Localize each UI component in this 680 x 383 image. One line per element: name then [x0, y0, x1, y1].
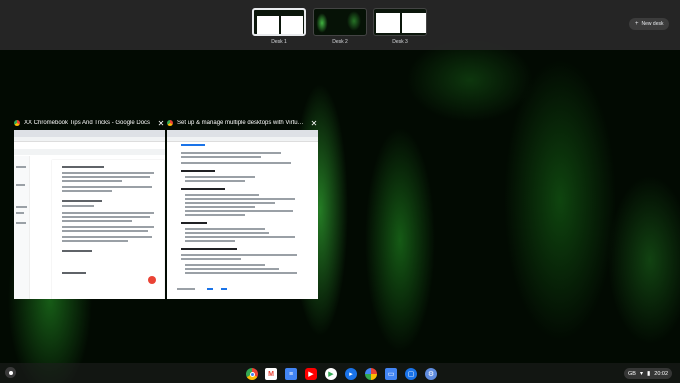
photos-icon[interactable]: [365, 368, 377, 380]
clock: 20:02: [654, 370, 669, 377]
docs-icon[interactable]: ≡: [285, 368, 297, 380]
desk-2-label: Desk 2: [332, 39, 348, 45]
new-desk-label: New desk: [641, 21, 664, 27]
duo-icon[interactable]: ▸: [345, 368, 357, 380]
chrome-icon: [14, 120, 20, 126]
desk-3-thumbnail[interactable]: [373, 8, 427, 36]
launcher-button[interactable]: [5, 367, 16, 378]
desk-1[interactable]: Desk 1: [252, 8, 306, 45]
settings-icon[interactable]: ⚙: [425, 368, 437, 380]
desk-2[interactable]: Desk 2: [313, 8, 367, 45]
window-title: Set up & manage multiple desktops with V…: [177, 120, 306, 126]
window-help[interactable]: Set up & manage multiple desktops with V…: [167, 117, 318, 299]
desk-1-label: Desk 1: [271, 39, 287, 45]
wifi-icon: ▾: [639, 371, 643, 377]
play-store-icon[interactable]: ▶: [325, 368, 337, 380]
window-preview: [14, 130, 165, 299]
messages-icon[interactable]: ▢: [405, 368, 417, 380]
overview-screen: Desk 1 Desk 2 Desk 3 + New desk XX Chrom…: [0, 0, 680, 383]
close-icon[interactable]: ✕: [157, 119, 165, 128]
window-title: XX Chromebook Tips And Tricks - Google D…: [24, 120, 151, 126]
files-icon[interactable]: ▭: [385, 368, 397, 380]
chrome-icon[interactable]: [246, 368, 258, 380]
desk-1-thumbnail[interactable]: [252, 8, 306, 36]
window-docs[interactable]: XX Chromebook Tips And Tricks - Google D…: [14, 117, 165, 299]
close-icon[interactable]: ✕: [310, 119, 318, 128]
plus-icon: +: [635, 21, 639, 27]
desk-3-label: Desk 3: [392, 39, 408, 45]
battery-icon: ▮: [646, 371, 651, 377]
new-desk-button[interactable]: + New desk: [629, 18, 670, 30]
window-header: XX Chromebook Tips And Tricks - Google D…: [14, 117, 165, 129]
chrome-icon: [167, 120, 173, 126]
desk-3[interactable]: Desk 3: [373, 8, 427, 45]
gmail-icon[interactable]: M: [265, 368, 277, 380]
shelf: [0, 363, 680, 383]
locale-indicator: GB: [628, 370, 636, 377]
desk-2-thumbnail[interactable]: [313, 8, 367, 36]
window-header: Set up & manage multiple desktops with V…: [167, 117, 318, 129]
desks-bar: Desk 1 Desk 2 Desk 3 + New desk: [0, 0, 680, 50]
youtube-icon[interactable]: ▶: [305, 368, 317, 380]
window-preview: [167, 130, 318, 299]
status-area[interactable]: GB ▾ ▮ 20:02: [624, 368, 673, 379]
